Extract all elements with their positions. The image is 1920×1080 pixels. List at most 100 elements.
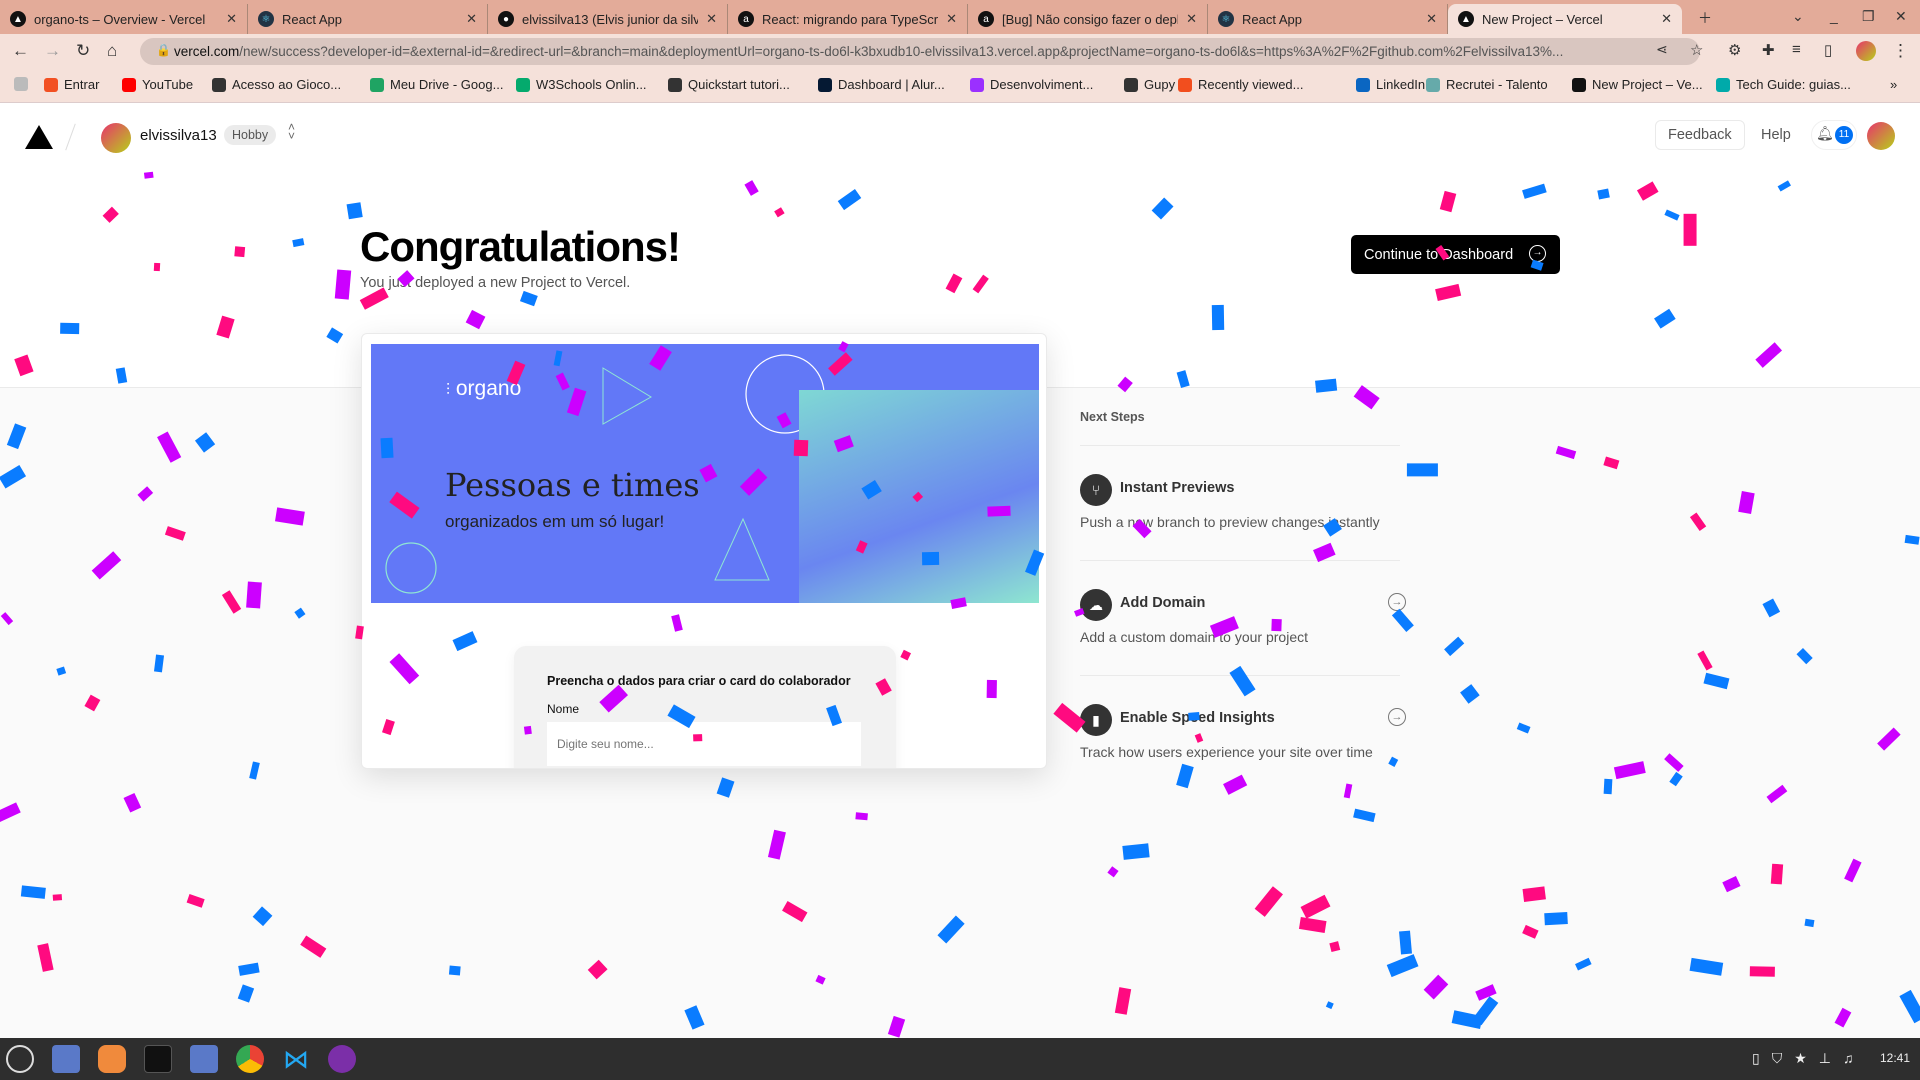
tab[interactable]: a React: migrando para TypeScript ✕	[728, 4, 968, 34]
tab-search-button[interactable]: ⌄	[1792, 8, 1804, 25]
show-desktop-icon[interactable]	[52, 1045, 80, 1073]
profile-avatar[interactable]	[1856, 41, 1876, 61]
tab-title: New Project – Vercel	[1482, 11, 1603, 27]
forward-icon[interactable]: →	[44, 41, 61, 61]
sidepanel-icon[interactable]: ▯	[1824, 41, 1832, 59]
confetti-piece	[1834, 1007, 1851, 1027]
confetti-piece	[186, 893, 205, 908]
bookmark-label: YouTube	[142, 77, 194, 92]
close-tab-icon[interactable]: ✕	[706, 11, 717, 27]
lock-icon[interactable]: 🔒	[156, 43, 171, 57]
confetti-piece	[987, 680, 998, 699]
continue-to-dashboard-button[interactable]: Continue to Dashboard →	[1351, 235, 1560, 274]
bookmark-label: LinkedIn	[1376, 77, 1426, 92]
confetti-piece	[1398, 930, 1412, 954]
mint-menu-icon[interactable]	[6, 1045, 34, 1073]
notifications-button[interactable]: 🔔︎ 11	[1811, 120, 1857, 150]
close-tab-icon[interactable]: ✕	[946, 11, 957, 27]
deployment-preview[interactable]: ⫶ organo Pessoas e times organizados em …	[361, 333, 1047, 769]
bookmark[interactable]: New Project – Ve...	[1572, 77, 1703, 92]
chrome-icon[interactable]	[236, 1045, 264, 1073]
minimize-button[interactable]: _	[1830, 8, 1838, 24]
close-tab-icon[interactable]: ✕	[1186, 11, 1197, 27]
confetti-piece	[1689, 957, 1723, 976]
step-desc: Track how users experience your site ove…	[1080, 744, 1373, 760]
confetti-piece	[300, 935, 326, 958]
close-tab-icon[interactable]: ✕	[226, 11, 237, 27]
close-tab-icon[interactable]: ✕	[466, 11, 477, 27]
extension-gear-icon[interactable]: ⚙	[1728, 41, 1741, 59]
system-tray-icons[interactable]: ▯⛉★⊥♫	[1752, 1050, 1865, 1067]
bookmark[interactable]: Entrar	[44, 77, 99, 92]
puzzle-icon[interactable]: ✚	[1762, 41, 1775, 59]
bookmark-icon	[1716, 77, 1730, 92]
menu-icon[interactable]: ⋮	[1892, 41, 1909, 61]
confetti-piece	[1344, 783, 1354, 799]
url-path: /new/success?developer-id=&external-id=&…	[239, 44, 1564, 59]
maximize-button[interactable]: ❐	[1862, 8, 1875, 25]
confetti-piece	[684, 1005, 705, 1030]
team-switcher-icon[interactable]: ˄ ˅	[288, 121, 295, 142]
close-window-button[interactable]: ✕	[1895, 8, 1907, 25]
feedback-button[interactable]: Feedback	[1655, 120, 1745, 150]
star-icon[interactable]: ☆	[1690, 41, 1703, 59]
tab[interactable]: a [Bug] Não consigo fazer o deploy ✕	[968, 4, 1208, 34]
files-icon[interactable]	[190, 1045, 218, 1073]
bookmark[interactable]: Tech Guide: guias...	[1716, 77, 1851, 92]
firefox-icon[interactable]	[98, 1045, 126, 1073]
arrow-right-icon[interactable]: →	[1388, 708, 1406, 726]
confetti-piece	[157, 431, 182, 464]
more-bookmarks-icon[interactable]: »	[1890, 77, 1897, 92]
bookmark[interactable]: YouTube	[122, 77, 193, 92]
media-icon[interactable]: ≡	[1792, 41, 1801, 58]
bookmark[interactable]: Recently viewed...	[1178, 77, 1304, 92]
back-icon[interactable]: ←	[12, 41, 29, 61]
tab[interactable]: ⚛ React App ✕	[1208, 4, 1448, 34]
confetti-piece	[1669, 772, 1683, 787]
vscode-icon[interactable]: ⋈	[282, 1045, 310, 1073]
new-tab-button[interactable]: ＋	[1698, 8, 1712, 28]
confetti-piece	[0, 465, 26, 489]
confetti-piece	[587, 959, 608, 980]
vercel-logo-icon[interactable]	[25, 125, 53, 149]
bookmark[interactable]: Recrutei - Talento	[1426, 77, 1548, 92]
tab[interactable]: ⚛ React App ✕	[248, 4, 488, 34]
tab-title: elvissilva13 (Elvis junior da silva)	[522, 11, 699, 27]
bookmark[interactable]: Desenvolviment...	[970, 77, 1093, 92]
clock[interactable]: 12:41	[1880, 1051, 1910, 1065]
bookmark-label: Recently viewed...	[1198, 77, 1304, 92]
team-name[interactable]: elvissilva13	[140, 127, 217, 144]
home-icon[interactable]: ⌂	[107, 41, 117, 61]
confetti-piece	[523, 725, 532, 735]
bookmark[interactable]: Quickstart tutori...	[668, 77, 790, 92]
confetti-piece	[1738, 490, 1755, 514]
name-input[interactable]	[547, 722, 861, 766]
tab[interactable]: ▲ New Project – Vercel ✕	[1448, 4, 1682, 34]
url-input[interactable]: vercel.com/new/success?developer-id=&ext…	[140, 38, 1700, 65]
bookmark[interactable]: Meu Drive - Goog...	[370, 77, 503, 92]
help-link[interactable]: Help	[1761, 127, 1791, 143]
bookmark-icon	[1356, 77, 1370, 92]
react-icon: ⚛	[1218, 11, 1234, 27]
confetti-piece	[1597, 187, 1611, 200]
user-avatar[interactable]	[1867, 122, 1895, 150]
bookmark[interactable]: Gupy	[1124, 77, 1175, 92]
step-desc: Add a custom domain to your project	[1080, 629, 1309, 645]
bookmark[interactable]: Acesso ao Gioco...	[212, 77, 341, 92]
reload-icon[interactable]: ↻	[76, 41, 90, 61]
bookmark[interactable]: LinkedIn	[1356, 77, 1425, 92]
share-icon[interactable]: ⋖	[1656, 41, 1668, 58]
bookmark[interactable]: Dashboard | Alur...	[818, 77, 945, 92]
bookmark[interactable]: W3Schools Onlin...	[516, 77, 647, 92]
close-tab-icon[interactable]: ✕	[1426, 11, 1437, 27]
team-avatar[interactable]	[101, 123, 131, 153]
confetti-piece	[380, 437, 394, 459]
terminal-icon[interactable]	[144, 1045, 172, 1073]
apps-icon[interactable]	[14, 77, 28, 91]
github-desktop-icon[interactable]	[328, 1045, 356, 1073]
tab[interactable]: ● elvissilva13 (Elvis junior da silva) ✕	[488, 4, 728, 34]
tab[interactable]: ▲ organo-ts – Overview - Vercel ✕	[0, 4, 248, 34]
confetti-piece	[164, 526, 186, 542]
close-tab-icon[interactable]: ✕	[1661, 11, 1672, 27]
arrow-right-icon[interactable]: →	[1388, 593, 1406, 611]
